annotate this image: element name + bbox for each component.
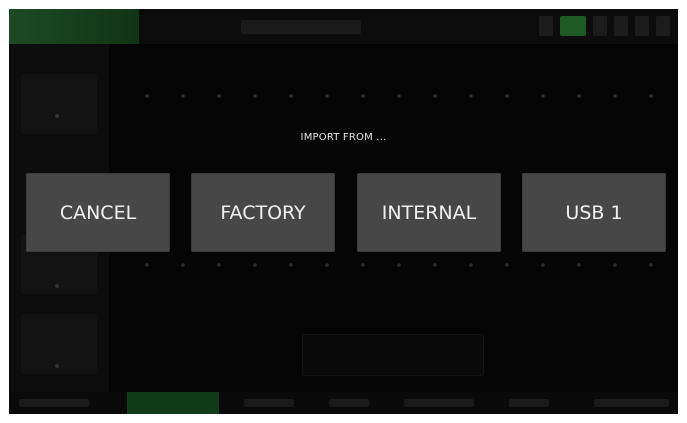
sidebar-block: [21, 74, 97, 134]
bottom-bar-segment: [509, 399, 549, 407]
sidebar-indicator: [55, 114, 59, 118]
bottom-bar-segment: [594, 399, 669, 407]
active-status-icon: [560, 16, 586, 36]
bottom-bar-segment: [244, 399, 294, 407]
top-bar-title-placeholder: [241, 20, 361, 34]
sidebar-block: [21, 314, 97, 374]
dialog-title: IMPORT FROM ...: [300, 132, 387, 143]
status-icon: [614, 16, 628, 36]
usb-1-button[interactable]: USB 1: [522, 173, 666, 252]
bottom-bar-segment: [329, 399, 369, 407]
bottom-bar-segment: [404, 399, 474, 407]
cancel-button[interactable]: CANCEL: [26, 173, 170, 252]
internal-button[interactable]: INTERNAL: [357, 173, 501, 252]
status-icon: [656, 16, 670, 36]
top-bar-status-block: [9, 9, 139, 44]
bottom-bar-segment: [19, 399, 89, 407]
background-button: [302, 334, 484, 376]
background-track-markers: [129, 93, 669, 99]
status-icon: [539, 16, 553, 36]
factory-button[interactable]: FACTORY: [191, 173, 335, 252]
device-screen: IMPORT FROM ... CANCEL FACTORY INTERNAL …: [9, 9, 678, 414]
bottom-bar-active-tab: [127, 392, 219, 414]
top-bar: [9, 9, 678, 44]
top-bar-icons: [539, 16, 670, 36]
bottom-bar: [9, 392, 678, 414]
status-icon: [593, 16, 607, 36]
sidebar-indicator: [55, 364, 59, 368]
background-track-markers: [129, 262, 669, 268]
sidebar-indicator: [55, 284, 59, 288]
status-icon: [635, 16, 649, 36]
